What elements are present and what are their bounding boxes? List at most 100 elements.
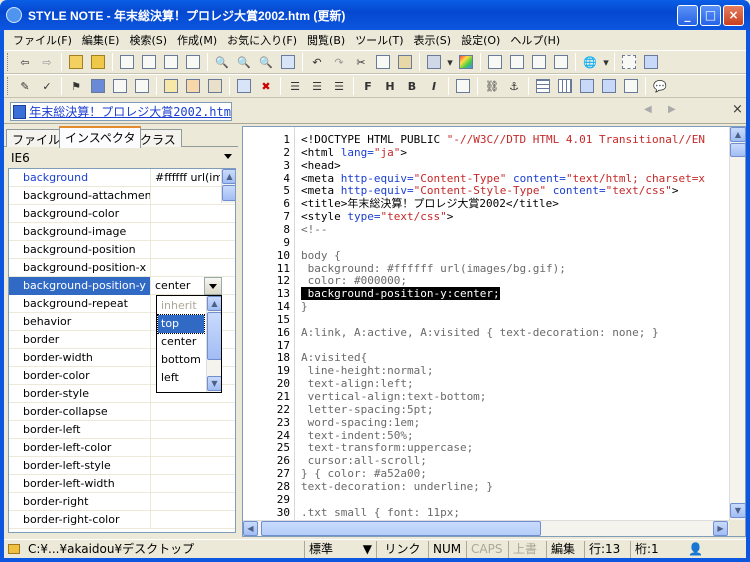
menu-create[interactable]: 作成(M) bbox=[172, 32, 222, 48]
property-value[interactable] bbox=[152, 421, 220, 439]
property-row[interactable]: border-left-style bbox=[9, 457, 235, 475]
italic-icon[interactable]: I bbox=[424, 76, 444, 96]
check-icon[interactable]: ✓ bbox=[37, 76, 57, 96]
link-icon[interactable]: ⛓ bbox=[482, 76, 502, 96]
image-icon[interactable] bbox=[453, 76, 473, 96]
tab-inspector[interactable]: インスペクタ bbox=[59, 126, 142, 148]
table4-icon[interactable] bbox=[599, 76, 619, 96]
property-row[interactable]: border-left bbox=[9, 421, 235, 439]
code-line[interactable]: } bbox=[301, 300, 308, 313]
code-line[interactable]: } { color: #a52a00; bbox=[301, 467, 427, 480]
scroll-thumb[interactable] bbox=[261, 521, 541, 536]
replace-icon[interactable] bbox=[278, 52, 298, 72]
line-icon[interactable] bbox=[234, 76, 254, 96]
property-value[interactable] bbox=[152, 493, 220, 511]
property-row[interactable]: border-right-color bbox=[9, 511, 235, 529]
code-line[interactable]: <meta http-equiv="Content-Style-Type" co… bbox=[301, 184, 679, 197]
view1-icon[interactable] bbox=[485, 52, 505, 72]
scroll-right-icon[interactable]: ▶ bbox=[713, 521, 728, 536]
font-icon[interactable]: F bbox=[358, 76, 378, 96]
new-icon[interactable] bbox=[117, 52, 137, 72]
property-row[interactable]: border-left-width bbox=[9, 475, 235, 493]
property-value[interactable] bbox=[152, 457, 220, 475]
code-line[interactable]: text-decoration: underline; } bbox=[301, 480, 493, 493]
stamp-icon[interactable]: ⚑ bbox=[66, 76, 86, 96]
browser-icon[interactable]: 🌐 bbox=[580, 52, 600, 72]
anchor-icon[interactable]: ⚓ bbox=[504, 76, 524, 96]
code-line[interactable]: text-indent:50%; bbox=[301, 429, 414, 442]
save-icon[interactable] bbox=[88, 76, 108, 96]
search-icon[interactable]: 🔍 bbox=[212, 52, 232, 72]
property-value[interactable] bbox=[152, 187, 220, 205]
forward-icon[interactable]: ⇨ bbox=[37, 52, 57, 72]
code-line[interactable]: body { bbox=[301, 249, 341, 262]
table5-icon[interactable] bbox=[621, 76, 641, 96]
code-line[interactable]: <html lang="ja"> bbox=[301, 146, 407, 159]
dropdown-scrollbar[interactable]: ▲ ▼ bbox=[206, 296, 221, 392]
property-value[interactable]: #ffffff url(im bbox=[152, 169, 220, 187]
toolbar-grip[interactable] bbox=[7, 53, 10, 71]
bmp-icon[interactable] bbox=[110, 76, 130, 96]
copy-doc2-icon[interactable] bbox=[161, 52, 181, 72]
property-value[interactable] bbox=[152, 241, 220, 259]
code-line[interactable]: A:link, A:active, A:visited { text-decor… bbox=[301, 326, 659, 339]
property-row[interactable]: border-right bbox=[9, 493, 235, 511]
table2-icon[interactable] bbox=[555, 76, 575, 96]
property-value[interactable] bbox=[152, 403, 220, 421]
table-icon[interactable] bbox=[533, 76, 553, 96]
code-line[interactable]: letter-spacing:5pt; bbox=[301, 403, 434, 416]
find-icon[interactable] bbox=[183, 52, 203, 72]
view4-icon[interactable] bbox=[551, 52, 571, 72]
help-icon[interactable]: 💬 bbox=[650, 76, 670, 96]
close-button[interactable]: × bbox=[723, 5, 744, 26]
scroll-up-icon[interactable]: ▲ bbox=[730, 127, 746, 142]
preview-icon[interactable] bbox=[424, 52, 444, 72]
menu-view[interactable]: 表示(S) bbox=[409, 32, 457, 48]
align-right-icon[interactable]: ☰ bbox=[329, 76, 349, 96]
editor-horizontal-scrollbar[interactable]: ◀ ▶ bbox=[243, 520, 729, 536]
property-row[interactable]: background-color bbox=[9, 205, 235, 223]
code-line[interactable]: <style type="text/css"> bbox=[301, 210, 453, 223]
document-tab[interactable]: 年末総決算！プロレジ大賞2002.htm bbox=[10, 102, 232, 121]
code-line[interactable]: line-height:normal; bbox=[301, 364, 434, 377]
property-row[interactable]: background #ffffff url(im bbox=[9, 169, 235, 187]
align-center-icon[interactable]: ☰ bbox=[307, 76, 327, 96]
code-line[interactable]: .txt small { font: 11px; bbox=[301, 506, 460, 519]
property-row[interactable]: background-image bbox=[9, 223, 235, 241]
code-line[interactable]: <!-- bbox=[301, 223, 328, 236]
scroll-thumb[interactable] bbox=[222, 185, 235, 201]
find-prev-icon[interactable]: 🔍 bbox=[234, 52, 254, 72]
scroll-down-icon[interactable]: ▼ bbox=[730, 503, 746, 518]
minimize-button[interactable]: _ bbox=[677, 5, 698, 26]
find-next-icon[interactable]: 🔍 bbox=[256, 52, 276, 72]
scroll-left-icon[interactable]: ◀ bbox=[243, 521, 258, 536]
redo-icon[interactable]: ↷ bbox=[329, 52, 349, 72]
toolbar-grip[interactable] bbox=[7, 77, 10, 95]
pen-icon[interactable]: ✎ bbox=[15, 76, 35, 96]
code-line[interactable]: <head> bbox=[301, 159, 341, 172]
copy-icon[interactable] bbox=[373, 52, 393, 72]
browser-select[interactable]: IE6 bbox=[6, 149, 236, 167]
code-line[interactable]: <!DOCTYPE HTML PUBLIC "-//W3C//DTD HTML … bbox=[301, 133, 705, 146]
dropdown-option[interactable]: left bbox=[158, 369, 204, 387]
tab-prev-button[interactable]: ◀ bbox=[644, 104, 652, 115]
view2-icon[interactable] bbox=[507, 52, 527, 72]
code-line[interactable]: cursor:all-scroll; bbox=[301, 454, 427, 467]
align-left-icon[interactable]: ☰ bbox=[285, 76, 305, 96]
open-icon[interactable] bbox=[88, 52, 108, 72]
menu-search[interactable]: 検索(S) bbox=[124, 32, 172, 48]
property-list-scrollbar[interactable]: ▲ bbox=[221, 169, 235, 203]
dropdown-option[interactable]: inherit bbox=[158, 297, 204, 315]
property-value[interactable] bbox=[152, 439, 220, 457]
property-value[interactable] bbox=[152, 223, 220, 241]
status-mode-select[interactable]: 標準 ▼ bbox=[304, 540, 376, 558]
split1-icon[interactable] bbox=[619, 52, 639, 72]
tab-next-button[interactable]: ▶ bbox=[668, 104, 676, 115]
back-icon[interactable]: ⇦ bbox=[15, 52, 35, 72]
property-row[interactable]: background-attachment bbox=[9, 187, 235, 205]
property-value[interactable] bbox=[152, 475, 220, 493]
combo-dropdown-button[interactable] bbox=[204, 277, 222, 295]
menu-edit[interactable]: 編集(E) bbox=[77, 32, 125, 48]
dropdown-arrow-icon[interactable]: ▾ bbox=[602, 52, 610, 72]
editor-vertical-scrollbar[interactable]: ▲ ▼ bbox=[729, 127, 746, 520]
